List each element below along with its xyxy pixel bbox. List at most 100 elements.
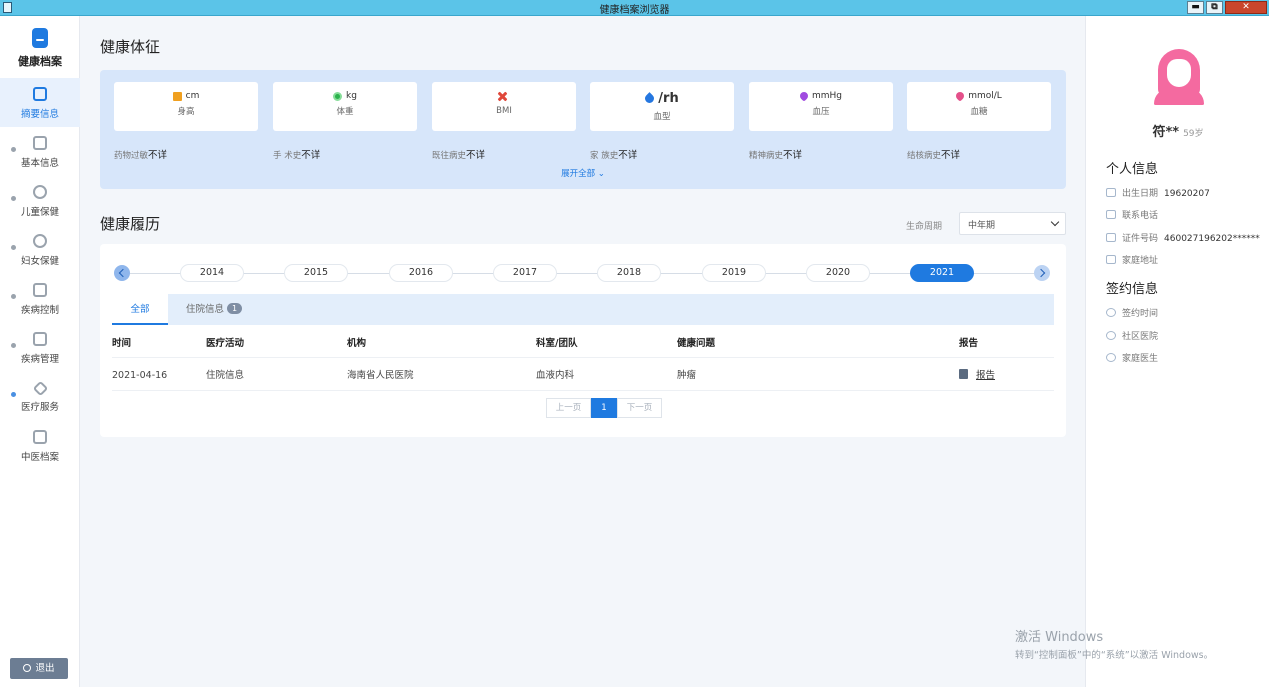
document-icon [33,136,47,150]
sidebar-item-label: 妇女保健 [20,256,59,267]
info-id-number: 证件号码 460027196202****** [1106,231,1260,244]
vital-unit: mmHg [811,91,842,101]
timeline-year-2021[interactable]: 2021 [910,264,974,282]
sidebar-item-child-care[interactable]: 儿童保健 [0,176,80,225]
info-label: 证件号码 [1122,234,1159,244]
vital-unit: cm [185,91,200,101]
vital-card-blood-type: /rh 血型 [590,82,734,131]
tab-label: 住院信息 [186,304,225,315]
sidebar-item-disease-management[interactable]: 疾病管理 [0,323,80,372]
timeline-line [130,273,1034,274]
chevron-left-icon[interactable] [114,265,130,281]
chevron-right-icon[interactable] [1034,265,1050,281]
brand-title: 健康档案 [18,55,62,68]
home-icon [1106,255,1116,264]
tab-all[interactable]: 全部 [112,294,168,325]
history-label: 既往病史 [432,151,467,161]
info-value: 460027196202****** [1164,234,1260,244]
timeline-year-2014[interactable]: 2014 [180,264,244,282]
info-label: 家庭地址 [1122,256,1159,266]
logout-label: 退出 [35,663,55,674]
info-phone: 联系电话 [1106,208,1164,221]
sidebar: 健康档案 摘要信息 基本信息 儿童保健 妇女保健 疾病控制 疾病管理 医疗服务 … [0,16,80,687]
history-label: 家 族史 [590,151,619,161]
chevron-down-icon [1050,217,1060,227]
sidebar-item-basic-info[interactable]: 基本信息 [0,127,80,176]
sidebar-item-tcm-record[interactable]: 中医档案 [0,421,80,470]
table-row[interactable]: 2021-04-16 住院信息 海南省人民医院 血液内科 肿瘤 报告 [112,361,1054,391]
restore-button[interactable]: ⧉ [1206,1,1223,14]
timeline-year-2018[interactable]: 2018 [597,264,661,282]
minimize-button[interactable]: ▬ [1187,1,1204,14]
tab-inpatient[interactable]: 住院信息 1 [186,294,243,325]
status-dot [11,294,16,299]
sidebar-item-summary[interactable]: 摘要信息 [0,78,80,127]
vital-label: 血压 [812,107,830,117]
vital-card-height: cm 身高 [114,82,258,131]
close-button[interactable]: ✕ [1225,1,1267,14]
timeline-year-2019[interactable]: 2019 [702,264,766,282]
info-label: 出生日期 [1122,189,1159,199]
timeline-year-2017[interactable]: 2017 [493,264,557,282]
medkit-icon [33,283,47,297]
power-icon [23,664,32,672]
info-label: 社区医院 [1122,332,1159,342]
info-contract-time: 签约时间 [1106,306,1158,319]
sidebar-item-label: 中医档案 [20,452,59,463]
column-header: 报告 [959,338,979,349]
info-address: 家庭地址 [1106,253,1164,266]
logout-button[interactable]: 退出 [10,658,68,679]
sidebar-item-label: 摘要信息 [20,109,59,120]
timeline-year-2015[interactable]: 2015 [284,264,348,282]
column-header: 机构 [347,338,367,349]
info-community-hospital: 社区医院 [1106,329,1158,342]
expand-all-link[interactable]: 展开全部 ⌄ [100,167,1066,179]
sidebar-item-label: 儿童保健 [20,207,59,218]
report-link[interactable]: 报告 [976,370,995,381]
status-dot [11,245,16,250]
id-card-icon [1106,233,1116,242]
vitals-panel: cm 身高 kg 体重 BMI /rh 血型 mmHg 血压 mmol/L 血糖… [100,70,1066,189]
window-title: 健康档案浏览器 [599,5,670,16]
lifecycle-select[interactable]: 中年期 [959,212,1066,235]
vital-label: 血型 [653,112,671,122]
sidebar-item-women-care[interactable]: 妇女保健 [0,225,80,274]
personal-info-title: 个人信息 [1106,162,1159,177]
vital-label: 身高 [177,107,195,117]
info-label: 家庭医生 [1122,354,1159,364]
info-label: 签约时间 [1122,309,1159,319]
next-page-button[interactable]: 下一页 [617,398,662,418]
vital-label: BMI [496,106,512,116]
status-dot [11,392,16,397]
page-1-button[interactable]: 1 [591,398,617,418]
child-icon [33,185,47,199]
sidebar-item-disease-control[interactable]: 疾病控制 [0,274,80,323]
phone-icon [1106,210,1116,219]
column-header: 健康问题 [677,338,716,349]
cell-problem: 肿瘤 [677,370,697,381]
report-icon [959,369,968,379]
status-dot [11,147,16,152]
sidebar-item-label: 医疗服务 [20,402,59,413]
history-tuberculosis: 结核病史不详 [907,147,960,161]
history-allergy: 药物过敏不详 [114,147,167,161]
prev-page-button[interactable]: 上一页 [546,398,591,418]
timeline-year-2020[interactable]: 2020 [806,264,870,282]
timeline-year-2016[interactable]: 2016 [389,264,453,282]
scale-icon [333,91,343,101]
vital-card-blood-pressure: mmHg 血压 [749,82,893,131]
heart-icon [798,90,810,102]
brand: 健康档案 [0,28,80,69]
woman-icon [33,234,47,248]
sidebar-item-medical-service[interactable]: 医疗服务 [0,372,80,421]
vitals-title: 健康体征 [100,38,161,56]
hospital-icon [1106,331,1116,340]
info-label: 联系电话 [1122,211,1159,221]
records-tabs: 全部 住院信息 1 [112,294,1054,325]
history-label: 药物过敏 [114,151,149,161]
history-surgery: 手 术史不详 [273,147,320,161]
gear-icon [33,332,47,346]
history-past-illness: 既往病史不详 [432,147,485,161]
sidebar-item-label: 疾病控制 [20,305,59,316]
history-label: 结核病史 [907,151,942,161]
